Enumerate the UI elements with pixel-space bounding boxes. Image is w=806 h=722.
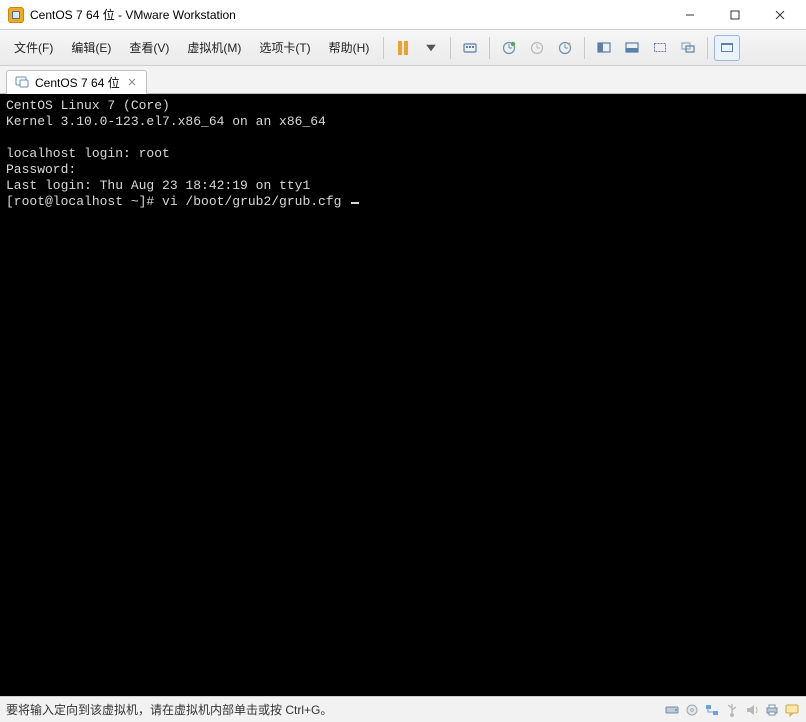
statusbar: 要将输入定向到该虚拟机，请在虚拟机内部单击或按 Ctrl+G。 [0,696,806,722]
view-thumbnail-button[interactable] [619,35,645,61]
pause-button[interactable] [390,35,416,61]
menu-view[interactable]: 查看(V) [121,35,177,60]
stretch-guest-button[interactable] [647,35,673,61]
toolbar-separator [489,37,490,59]
sound-icon[interactable] [744,702,760,718]
toolbar-separator [383,37,384,59]
menu-vm[interactable]: 虚拟机(M) [179,35,249,60]
toolbar-separator [450,37,451,59]
menu-edit[interactable]: 编辑(E) [63,35,119,60]
snapshot-manage-button[interactable] [552,35,578,61]
message-icon[interactable] [784,702,800,718]
menu-tabs[interactable]: 选项卡(T) [251,35,318,60]
toolbar-separator [584,37,585,59]
view-console-button[interactable] [591,35,617,61]
printer-icon[interactable] [764,702,780,718]
snapshot-revert-button[interactable] [524,35,550,61]
vm-icon [15,75,29,89]
menu-help[interactable]: 帮助(H) [321,35,378,60]
tab-close-button[interactable] [126,76,138,88]
fullscreen-button[interactable] [714,35,740,61]
tab-row: CentOS 7 64 位 [0,66,806,94]
unity-button[interactable] [675,35,701,61]
term-line: CentOS Linux 7 (Core) [6,98,170,113]
close-button[interactable] [757,1,802,29]
menubar: 文件(F) 编辑(E) 查看(V) 虚拟机(M) 选项卡(T) 帮助(H) [0,30,806,66]
snapshot-take-button[interactable] [496,35,522,61]
cd-icon[interactable] [684,702,700,718]
term-line: [root@localhost ~]# vi /boot/grub2/grub.… [6,194,349,209]
power-dropdown[interactable] [418,35,444,61]
term-line: localhost login: root [6,146,170,161]
vm-console[interactable]: CentOS Linux 7 (Core) Kernel 3.10.0-123.… [0,94,806,696]
maximize-button[interactable] [712,1,757,29]
term-line: Password: [6,162,76,177]
status-message: 要将输入定向到该虚拟机，请在虚拟机内部单击或按 Ctrl+G。 [6,701,660,718]
pause-icon [398,41,408,55]
window-title: CentOS 7 64 位 - VMware Workstation [30,6,667,23]
usb-icon[interactable] [724,702,740,718]
send-ctrl-alt-del-button[interactable] [457,35,483,61]
tab-centos[interactable]: CentOS 7 64 位 [6,70,147,94]
network-icon[interactable] [704,702,720,718]
hdd-icon[interactable] [664,702,680,718]
toolbar-separator [707,37,708,59]
term-line: Kernel 3.10.0-123.el7.x86_64 on an x86_6… [6,114,326,129]
menu-file[interactable]: 文件(F) [6,35,61,60]
app-icon [8,7,24,23]
term-line: Last login: Thu Aug 23 18:42:19 on tty1 [6,178,310,193]
tab-label: CentOS 7 64 位 [35,74,120,91]
titlebar: CentOS 7 64 位 - VMware Workstation [0,0,806,30]
minimize-button[interactable] [667,1,712,29]
cursor-icon [351,202,359,204]
